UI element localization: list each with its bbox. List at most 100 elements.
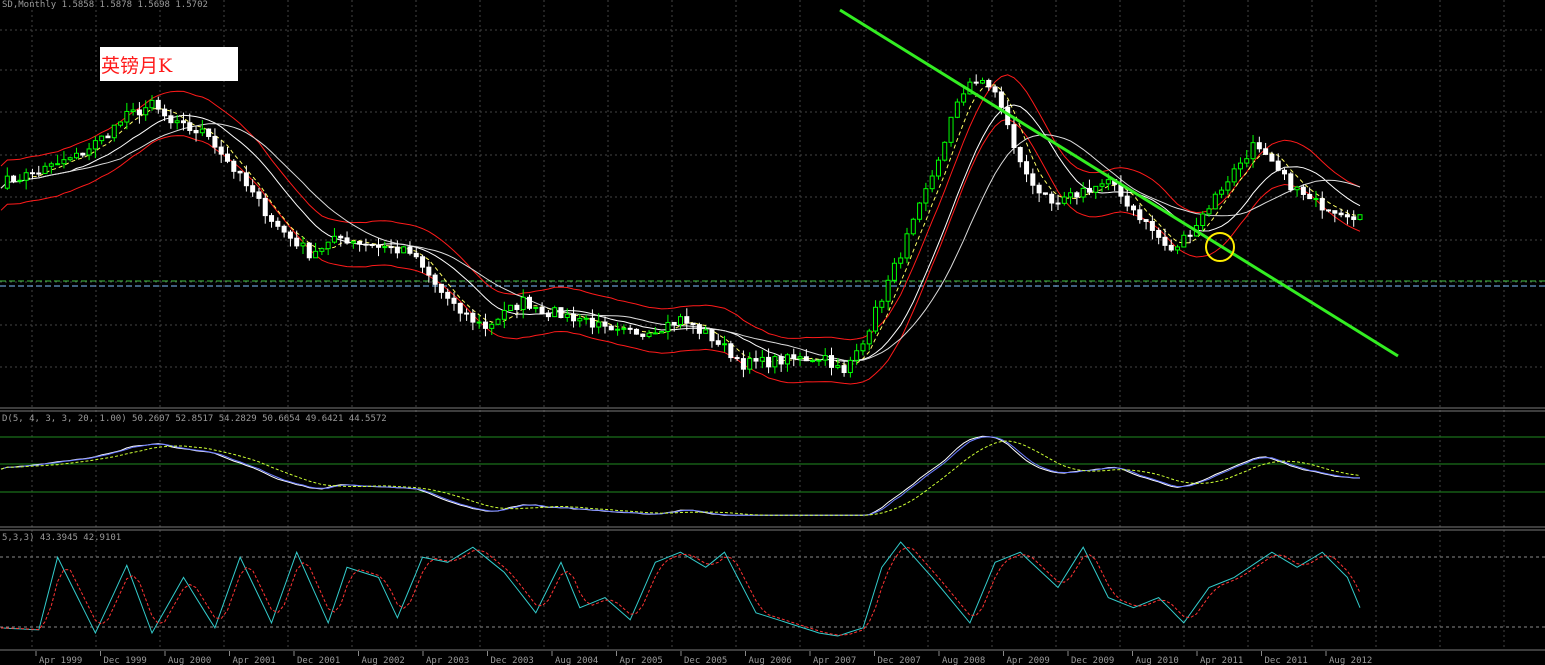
candle-body: [426, 266, 432, 276]
x-tick-label: Apr 2009: [1007, 656, 1050, 665]
x-tick-label: Aug 2006: [749, 656, 792, 665]
candle-body: [74, 152, 79, 159]
candle-body: [432, 274, 438, 285]
candle-body: [357, 241, 363, 245]
candle-body: [338, 235, 344, 239]
candle-body: [898, 257, 904, 264]
candle-body: [652, 332, 658, 335]
candle-body: [199, 128, 205, 134]
stoch-k: [0, 541, 1361, 637]
candle-body: [980, 79, 985, 84]
candle-body: [231, 160, 237, 172]
candle-body: [1212, 193, 1218, 210]
candle-body: [891, 262, 897, 281]
candle-body: [464, 312, 470, 315]
candle-body: [1351, 216, 1357, 220]
candle-body: [470, 312, 476, 323]
candle-body: [256, 191, 262, 199]
candle-body: [1011, 124, 1017, 149]
x-tick-label: Dec 2001: [297, 656, 340, 665]
candle-body: [67, 157, 73, 161]
candle-body: [816, 359, 822, 362]
candle-body: [589, 317, 595, 328]
candle-body: [703, 329, 709, 334]
stochastic-pane: [0, 541, 1361, 637]
candle-body: [325, 241, 331, 250]
candle-body: [879, 300, 885, 308]
candle-body: [722, 343, 728, 346]
candle-body: [1131, 205, 1136, 211]
candle-body: [388, 246, 394, 249]
candle-body: [734, 357, 740, 360]
candle-body: [539, 306, 545, 314]
header-stochastic-readout: 5,3,3) 43.3945 42.9101: [2, 533, 122, 543]
candle-body: [822, 355, 828, 361]
candle-body: [1099, 183, 1105, 187]
candle-body: [577, 318, 583, 322]
x-tick-label: Dec 2003: [491, 656, 534, 665]
candle-body: [659, 330, 665, 334]
candle-body: [1206, 208, 1212, 215]
candle-body: [168, 115, 174, 124]
candle-body: [136, 109, 142, 116]
chart-grid: [0, 0, 1545, 650]
candle-body: [1338, 212, 1344, 216]
candle-body: [1219, 189, 1225, 195]
candle-body: [564, 313, 570, 319]
candle-body: [514, 304, 520, 310]
stoch-d: [0, 546, 1361, 636]
candle-body: [155, 99, 161, 110]
x-axis: Apr 1999 Dec 1999 Aug 2000 Apr 2001 Dec 2001…: [0, 651, 1545, 665]
candle-body: [1319, 198, 1325, 211]
candle-body: [143, 107, 149, 116]
candle-body: [17, 179, 23, 182]
candle-body: [1256, 142, 1262, 150]
candle-body: [1344, 214, 1350, 218]
x-tick-label: Apr 2005: [620, 656, 663, 665]
candle-body: [678, 316, 683, 326]
candle-body: [262, 197, 268, 217]
candle-body: [11, 175, 17, 182]
candle-body: [36, 172, 42, 175]
candle-body: [759, 356, 765, 362]
candle-body: [1068, 192, 1074, 198]
candle-body: [866, 330, 872, 345]
candle-body: [306, 242, 312, 259]
header-price-readout: SD,Monthly 1.5858 1.5878 1.5698 1.5702: [2, 0, 208, 10]
trendline: [839, 8, 1399, 358]
candle-body: [1313, 198, 1319, 201]
candle-body: [1137, 209, 1143, 221]
candle-body: [1294, 186, 1300, 191]
candle-body: [904, 233, 910, 259]
price-chart[interactable]: Apr 1999 Dec 1999 Aug 2000 Apr 2001 Dec 2001…: [0, 0, 1545, 665]
candle-body: [829, 355, 834, 368]
candle-body: [86, 148, 92, 156]
candle-body: [929, 175, 935, 190]
candle-body: [1093, 185, 1099, 193]
candle-body: [319, 248, 325, 252]
candle-body: [527, 296, 532, 309]
candle-body: [935, 159, 941, 177]
pane-borders: [0, 407, 1545, 651]
candle-body: [747, 358, 753, 370]
candle-body: [495, 318, 501, 325]
candle-body: [1263, 148, 1269, 155]
candle-body: [728, 343, 734, 359]
candle-body: [118, 121, 124, 126]
candle-body: [803, 356, 809, 362]
candle-body: [627, 327, 633, 330]
candle-body: [508, 304, 514, 312]
candle-body: [917, 202, 923, 220]
candle-body: [847, 359, 853, 374]
candle-body: [715, 340, 721, 345]
candle-body: [615, 328, 621, 331]
candle-body: [269, 215, 275, 222]
candle-body: [92, 140, 98, 150]
candle-body: [369, 243, 375, 246]
candle-body: [394, 246, 400, 254]
candle-body: [923, 188, 929, 204]
candle-body: [1074, 192, 1080, 198]
envelope-bands: [0, 74, 1361, 385]
candle-body: [1326, 209, 1332, 212]
candle-body: [1024, 161, 1030, 175]
